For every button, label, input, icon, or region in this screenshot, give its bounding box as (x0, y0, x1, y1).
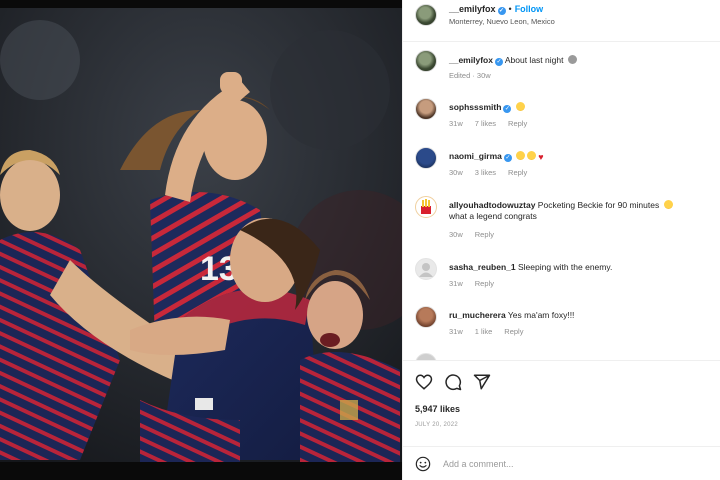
comment-meta: 30w 3 likes Reply (449, 168, 539, 177)
reply-button[interactable]: Reply (504, 327, 523, 336)
comment-text: Sleeping with the enemy. (518, 262, 613, 272)
default-user-icon (419, 263, 433, 277)
heart-emoji-icon: ♥ (538, 152, 544, 162)
commenter-avatar[interactable] (415, 196, 437, 218)
likes-count[interactable]: 5,947 likes (415, 404, 460, 414)
comment-text-line: sophsssmith ✓ (449, 102, 709, 113)
commenter-avatar[interactable] (415, 98, 437, 120)
comment-time: 30w (449, 230, 463, 239)
comment-time: 30w (449, 168, 463, 177)
caption-text: About last night (504, 55, 564, 65)
author-line: __emilyfox ✓ • Follow (449, 4, 543, 15)
emoji-icon (527, 151, 537, 160)
comment-time: 31w (449, 119, 463, 128)
comment-text: Pocketing Beckie for 90 minutes (537, 200, 660, 210)
caption-username[interactable]: __emilyfox (449, 55, 493, 65)
comment-icon[interactable] (444, 373, 462, 391)
comments-list[interactable]: __emilyfox ✓ About last night Edited · 30… (403, 42, 720, 360)
emoji-icon (515, 102, 525, 111)
commenter-avatar[interactable] (415, 147, 437, 169)
comment-time: 31w (449, 327, 463, 336)
comment-meta: 31w 7 likes Reply (449, 119, 539, 128)
post-side-panel: __emilyfox ✓ • Follow Monterrey, Nuevo Leon… (402, 0, 720, 480)
verified-badge-icon: ✓ (503, 154, 512, 162)
reply-button[interactable]: Reply (475, 279, 494, 288)
comment-username[interactable]: ru_mucherera (449, 310, 506, 320)
emoji-icon (567, 55, 577, 64)
comment-username[interactable]: naomi_girma (449, 151, 502, 161)
add-comment-input[interactable] (443, 455, 703, 473)
reply-button[interactable]: Reply (508, 168, 527, 177)
reply-button[interactable]: Reply (475, 230, 494, 239)
comment-likes[interactable]: 3 likes (475, 168, 496, 177)
comment-username[interactable]: allyouhadtodowuztay (449, 200, 535, 210)
post-header: __emilyfox ✓ • Follow Monterrey, Nuevo Leon… (403, 0, 720, 42)
commenter-avatar[interactable] (415, 353, 437, 360)
verified-badge-icon: ✓ (494, 58, 503, 66)
fries-icon (421, 199, 431, 214)
commenter-avatar[interactable] (415, 258, 437, 280)
post-location[interactable]: Monterrey, Nuevo Leon, Mexico (449, 17, 555, 26)
post-actions: 5,947 likes JULY 20, 2022 (403, 360, 720, 446)
comment-text-line: ru_mucherera Yes ma'am foxy!!! (449, 310, 709, 321)
verified-badge-icon: ✓ (503, 105, 512, 113)
smiley-icon[interactable] (415, 456, 431, 472)
verified-badge-icon: ✓ (497, 7, 506, 15)
author-avatar[interactable] (415, 4, 437, 26)
comment-text: Yes ma'am foxy!!! (507, 310, 575, 320)
comment-username[interactable]: sophsssmith (449, 102, 501, 112)
follow-button[interactable]: Follow (515, 4, 544, 14)
comment-username[interactable]: sasha_reuben_1 (449, 262, 516, 272)
comment-likes[interactable]: 1 like (475, 327, 493, 336)
comment-text-cont: what a legend congrats (449, 211, 537, 221)
share-icon[interactable] (473, 373, 491, 391)
comment-text-line: naomi_girma ✓ ♥ (449, 151, 709, 162)
comment-likes[interactable]: 7 likes (475, 119, 496, 128)
emoji-icon (516, 151, 526, 160)
reply-button[interactable]: Reply (508, 119, 527, 128)
comment-meta: 31w 1 like Reply (449, 327, 535, 336)
separator-dot: • (508, 4, 512, 14)
post-photo[interactable]: 13 (0, 0, 402, 480)
heart-icon[interactable] (415, 373, 433, 391)
soccer-celebration-image: 13 (0, 0, 402, 480)
caption-avatar[interactable] (415, 50, 437, 72)
comment-meta: 30w Reply (449, 230, 506, 239)
comment-meta: 31w Reply (449, 279, 506, 288)
caption-meta: Edited · 30w (449, 71, 491, 80)
author-username[interactable]: __emilyfox (449, 4, 496, 14)
post-date: JULY 20, 2022 (415, 422, 459, 428)
comment-text-line: sasha_reuben_1 Sleeping with the enemy. (449, 262, 709, 273)
caption-text-line: __emilyfox ✓ About last night (449, 55, 709, 66)
add-comment-bar (403, 446, 720, 480)
commenter-avatar[interactable] (415, 306, 437, 328)
comment-text-line: allyouhadtodowuztay Pocketing Beckie for… (449, 200, 709, 222)
comment-time: 31w (449, 279, 463, 288)
emoji-icon (663, 200, 673, 209)
